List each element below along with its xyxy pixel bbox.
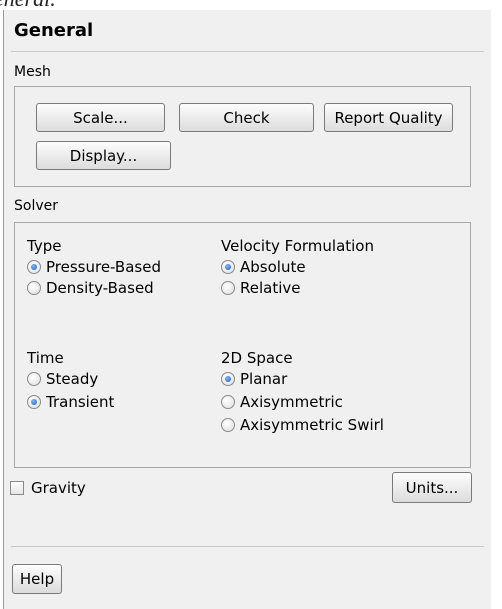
report-quality-button[interactable]: Report Quality <box>324 103 453 132</box>
radio-label: Density-Based <box>46 279 154 297</box>
radio-selected-icon <box>27 395 41 409</box>
scale-button[interactable]: Scale... <box>36 103 165 132</box>
mesh-group: Scale... Check Report Quality Display... <box>14 86 471 187</box>
solver-label: Solver <box>14 198 58 214</box>
radio-unselected-icon <box>27 281 41 295</box>
radio-unselected-icon <box>27 372 41 386</box>
radio-label: Axisymmetric <box>240 393 343 411</box>
mesh-label: Mesh <box>14 64 51 80</box>
radio-label: Transient <box>46 393 115 411</box>
radio-axisymmetric-swirl[interactable]: Axisymmetric Swirl <box>221 415 384 435</box>
velocity-formulation-heading: Velocity Formulation <box>221 237 374 255</box>
check-button[interactable]: Check <box>179 103 314 132</box>
checkbox-unchecked-icon <box>10 481 24 495</box>
radio-selected-icon <box>221 372 235 386</box>
gravity-checkbox[interactable]: Gravity <box>10 478 86 498</box>
gravity-label: Gravity <box>31 479 86 497</box>
help-button[interactable]: Help <box>12 564 62 594</box>
units-button[interactable]: Units... <box>392 472 472 503</box>
radio-absolute[interactable]: Absolute <box>221 257 306 277</box>
radio-label: Pressure-Based <box>46 258 161 276</box>
radio-selected-icon <box>221 260 235 274</box>
solver-group: Type Pressure-Based Density-Based Veloci… <box>14 222 471 468</box>
radio-label: Absolute <box>240 258 306 276</box>
radio-selected-icon <box>27 260 41 274</box>
radio-unselected-icon <box>221 281 235 295</box>
title-divider <box>11 51 484 52</box>
type-heading: Type <box>27 237 62 255</box>
time-heading: Time <box>27 349 64 367</box>
radio-unselected-icon <box>221 395 235 409</box>
radio-planar[interactable]: Planar <box>221 369 287 389</box>
radio-unselected-icon <box>221 418 235 432</box>
radio-label: Axisymmetric Swirl <box>240 416 384 434</box>
radio-axisymmetric[interactable]: Axisymmetric <box>221 392 343 412</box>
display-button[interactable]: Display... <box>36 141 171 170</box>
radio-density-based[interactable]: Density-Based <box>27 278 154 298</box>
radio-label: Steady <box>46 370 99 388</box>
radio-transient[interactable]: Transient <box>27 392 114 412</box>
radio-label: Relative <box>240 279 301 297</box>
panel-title: General <box>14 20 94 41</box>
space-2d-heading: 2D Space <box>221 349 293 367</box>
radio-relative[interactable]: Relative <box>221 278 301 298</box>
radio-label: Planar <box>240 370 288 388</box>
general-panel: General Mesh Scale... Check Report Quali… <box>3 10 491 609</box>
radio-pressure-based[interactable]: Pressure-Based <box>27 257 161 277</box>
radio-steady[interactable]: Steady <box>27 369 98 389</box>
help-divider <box>11 546 484 547</box>
